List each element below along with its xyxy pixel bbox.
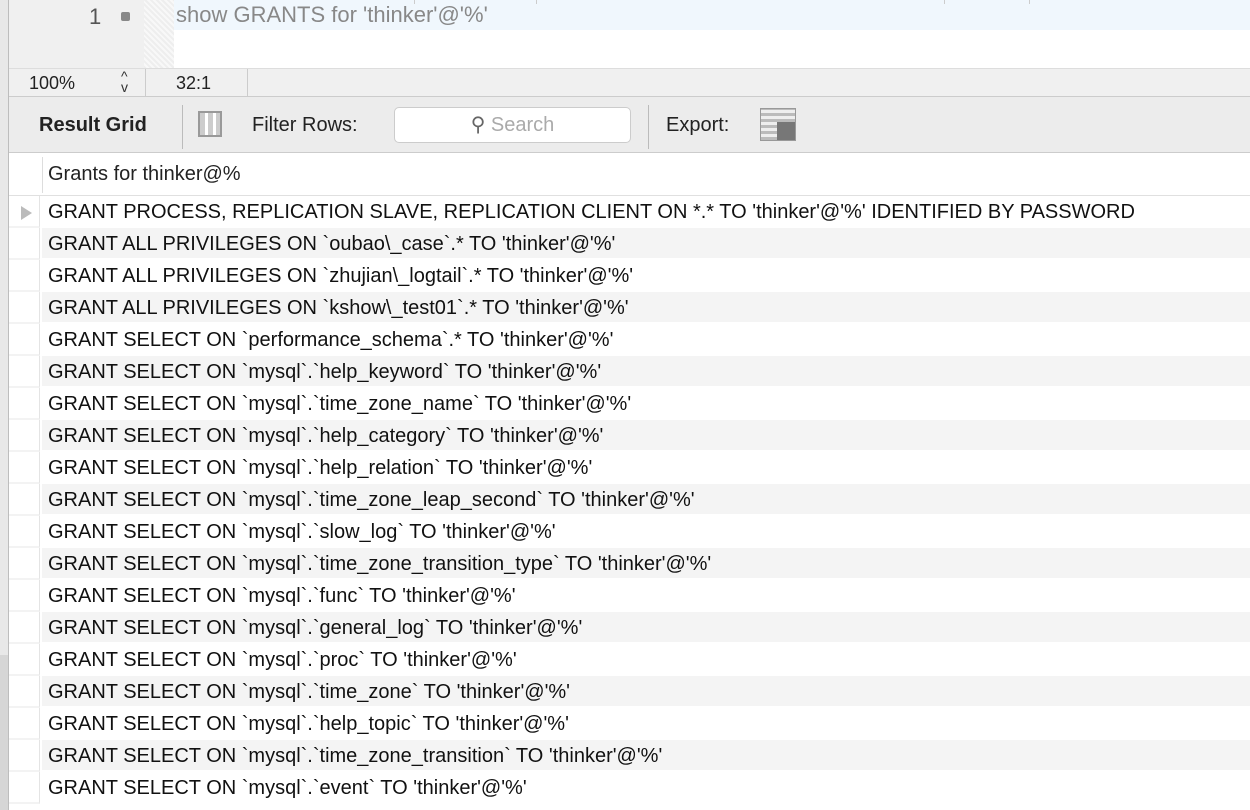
grant-cell[interactable]: GRANT SELECT ON `mysql`.`event` TO 'thin… xyxy=(42,772,1250,804)
table-row[interactable]: GRANT SELECT ON `mysql`.`time_zone_trans… xyxy=(9,548,1250,580)
grant-cell[interactable]: GRANT SELECT ON `mysql`.`time_zone_trans… xyxy=(42,740,1250,772)
export-label: Export: xyxy=(666,114,730,136)
row-header[interactable] xyxy=(9,612,40,644)
row-header[interactable] xyxy=(9,228,40,260)
grant-cell[interactable]: GRANT SELECT ON `mysql`.`slow_log` TO 't… xyxy=(42,516,1250,548)
export-icon[interactable] xyxy=(760,108,796,141)
row-header[interactable] xyxy=(9,708,40,740)
grant-cell[interactable]: GRANT SELECT ON `performance_schema`.* T… xyxy=(42,324,1250,356)
table-row[interactable]: GRANT PROCESS, REPLICATION SLAVE, REPLIC… xyxy=(9,196,1250,228)
table-row[interactable]: GRANT SELECT ON `mysql`.`time_zone_leap_… xyxy=(9,484,1250,516)
table-row[interactable]: GRANT SELECT ON `performance_schema`.* T… xyxy=(9,324,1250,356)
row-header[interactable] xyxy=(9,356,40,388)
result-grid: Grants for thinker@% GRANT PROCESS, REPL… xyxy=(9,153,1250,804)
row-header[interactable] xyxy=(9,676,40,708)
table-row[interactable]: GRANT SELECT ON `mysql`.`help_topic` TO … xyxy=(9,708,1250,740)
line-number: 1 xyxy=(89,4,102,29)
grant-cell[interactable]: GRANT SELECT ON `mysql`.`help_relation` … xyxy=(42,452,1250,484)
grant-cell[interactable]: GRANT SELECT ON `mysql`.`proc` TO 'think… xyxy=(42,644,1250,676)
code-line[interactable]: show GRANTS for 'thinker'@'%' xyxy=(174,0,1250,30)
row-header[interactable] xyxy=(9,484,40,516)
table-row[interactable]: GRANT SELECT ON `mysql`.`time_zone_name`… xyxy=(9,388,1250,420)
row-header[interactable] xyxy=(9,516,40,548)
filter-rows-label: Filter Rows: xyxy=(252,114,358,136)
grant-cell[interactable]: GRANT SELECT ON `mysql`.`time_zone_name`… xyxy=(42,388,1250,420)
row-header[interactable] xyxy=(9,196,40,228)
row-header[interactable] xyxy=(9,548,40,580)
row-header[interactable] xyxy=(9,324,40,356)
left-edge xyxy=(0,0,9,810)
table-row[interactable]: GRANT SELECT ON `mysql`.`proc` TO 'think… xyxy=(9,644,1250,676)
grant-cell[interactable]: GRANT PROCESS, REPLICATION SLAVE, REPLIC… xyxy=(42,196,1250,228)
table-row[interactable]: GRANT SELECT ON `mysql`.`help_relation` … xyxy=(9,452,1250,484)
grant-cell[interactable]: GRANT SELECT ON `mysql`.`func` TO 'think… xyxy=(42,580,1250,612)
editor-status-bar: 100% ^ v 32:1 xyxy=(9,68,1250,97)
row-header[interactable] xyxy=(9,772,40,804)
grant-cell[interactable]: GRANT ALL PRIVILEGES ON `kshow\_test01`.… xyxy=(42,292,1250,324)
grant-cell[interactable]: GRANT SELECT ON `mysql`.`time_zone_leap_… xyxy=(42,484,1250,516)
cursor-position: 32:1 xyxy=(176,73,212,93)
row-header[interactable] xyxy=(9,292,40,324)
row-header[interactable] xyxy=(9,420,40,452)
table-row[interactable]: GRANT SELECT ON `mysql`.`event` TO 'thin… xyxy=(9,772,1250,804)
grant-cell[interactable]: GRANT SELECT ON `mysql`.`help_topic` TO … xyxy=(42,708,1250,740)
table-row[interactable]: GRANT ALL PRIVILEGES ON `kshow\_test01`.… xyxy=(9,292,1250,324)
grant-cell[interactable]: GRANT SELECT ON `mysql`.`help_keyword` T… xyxy=(42,356,1250,388)
table-row[interactable]: GRANT ALL PRIVILEGES ON `oubao\_case`.* … xyxy=(9,228,1250,260)
result-grid-tab[interactable]: Result Grid xyxy=(39,114,147,137)
grant-cell[interactable]: GRANT SELECT ON `mysql`.`time_zone_trans… xyxy=(42,548,1250,580)
table-row[interactable]: GRANT SELECT ON `mysql`.`func` TO 'think… xyxy=(9,580,1250,612)
row-header[interactable] xyxy=(9,580,40,612)
grant-cell[interactable]: GRANT SELECT ON `mysql`.`general_log` TO… xyxy=(42,612,1250,644)
grid-layout-icon[interactable] xyxy=(198,111,222,137)
row-header[interactable] xyxy=(9,644,40,676)
fold-margin xyxy=(144,0,174,68)
grant-cell[interactable]: GRANT SELECT ON `mysql`.`time_zone` TO '… xyxy=(42,676,1250,708)
zoom-stepper-icon[interactable]: ^ v xyxy=(121,69,128,94)
result-toolbar: Result Grid Filter Rows: ⚲ Search Export… xyxy=(9,97,1250,153)
table-row[interactable]: GRANT ALL PRIVILEGES ON `zhujian\_logtai… xyxy=(9,260,1250,292)
filter-search-input[interactable]: ⚲ Search xyxy=(394,107,631,143)
table-row[interactable]: GRANT SELECT ON `mysql`.`general_log` TO… xyxy=(9,612,1250,644)
table-row[interactable]: GRANT SELECT ON `mysql`.`time_zone_trans… xyxy=(9,740,1250,772)
row-header[interactable] xyxy=(9,388,40,420)
table-row[interactable]: GRANT SELECT ON `mysql`.`slow_log` TO 't… xyxy=(9,516,1250,548)
grant-cell[interactable]: GRANT ALL PRIVILEGES ON `zhujian\_logtai… xyxy=(42,260,1250,292)
current-row-arrow-icon xyxy=(21,206,32,220)
table-row[interactable]: GRANT SELECT ON `mysql`.`help_keyword` T… xyxy=(9,356,1250,388)
zoom-level[interactable]: 100% xyxy=(29,73,75,94)
sql-editor[interactable]: 1 show GRANTS for 'thinker'@'%' xyxy=(9,0,1250,68)
column-header[interactable]: Grants for thinker@% xyxy=(9,153,1250,196)
grant-cell[interactable]: GRANT ALL PRIVILEGES ON `oubao\_case`.* … xyxy=(42,228,1250,260)
line-gutter: 1 xyxy=(9,0,144,68)
row-header[interactable] xyxy=(9,260,40,292)
grant-cell[interactable]: GRANT SELECT ON `mysql`.`help_category` … xyxy=(42,420,1250,452)
statement-marker-icon xyxy=(121,12,130,21)
search-icon: ⚲ xyxy=(470,114,486,136)
table-row[interactable]: GRANT SELECT ON `mysql`.`help_category` … xyxy=(9,420,1250,452)
table-row[interactable]: GRANT SELECT ON `mysql`.`time_zone` TO '… xyxy=(9,676,1250,708)
row-header[interactable] xyxy=(9,740,40,772)
row-header[interactable] xyxy=(9,452,40,484)
